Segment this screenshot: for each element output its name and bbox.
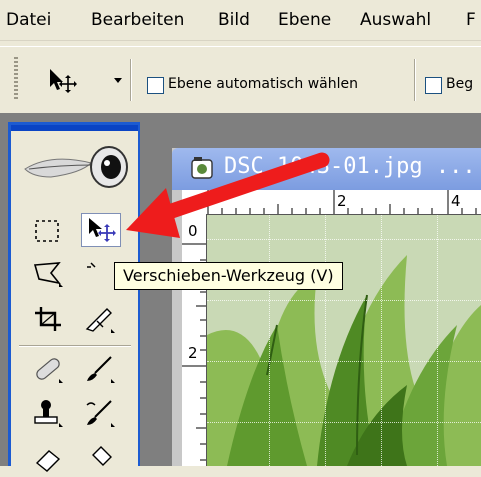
paint-bucket-tool[interactable]	[81, 441, 119, 473]
options-separator	[130, 59, 132, 101]
feather-eye-icon	[24, 146, 128, 188]
eraser-tool[interactable]	[29, 441, 67, 473]
plant-photo	[207, 215, 481, 466]
slice-knife-icon	[85, 308, 115, 333]
grid-line	[325, 215, 326, 466]
menu-auswahl[interactable]: Auswahl	[360, 10, 431, 30]
healing-brush-tool[interactable]	[29, 353, 67, 385]
crop-icon	[35, 307, 61, 331]
toolbox-panel	[8, 122, 140, 472]
ruler-label: 0	[188, 222, 198, 240]
brush-tool[interactable]	[81, 353, 119, 385]
ruler-label: 4	[451, 192, 461, 210]
grid-line	[207, 361, 481, 362]
options-bar-grip[interactable]	[14, 57, 18, 101]
move-tool-icon	[50, 69, 122, 93]
horizontal-ruler[interactable]: 0 2 4	[182, 190, 481, 215]
auto-select-label: Ebene automatisch wählen	[168, 76, 358, 92]
lasso-tool[interactable]	[29, 257, 67, 289]
brush-icon	[87, 356, 115, 383]
crop-tool[interactable]	[29, 303, 67, 335]
ruler-ticks	[182, 243, 206, 461]
ruler-label: 2	[188, 344, 198, 362]
auto-select-checkbox[interactable]	[147, 77, 164, 94]
bounding-box-label: Beg	[446, 76, 474, 92]
slice-tool[interactable]	[81, 303, 119, 335]
chevron-down-icon	[114, 78, 122, 83]
menu-bearbeiten[interactable]: Bearbeiten	[91, 10, 184, 30]
move-tool-icon	[89, 218, 116, 242]
menu-bild[interactable]: Bild	[218, 10, 250, 30]
grid-line	[207, 239, 481, 240]
grid-line	[437, 215, 438, 466]
move-tool-tooltip: Verschieben-Werkzeug (V)	[114, 262, 343, 290]
photoshop-document-icon	[191, 157, 213, 179]
document-titlebar[interactable]: DSC_1043-01.jpg ...	[172, 148, 481, 190]
options-bar: Ebene automatisch wählen Beg	[0, 46, 481, 113]
ruler-label: 2	[337, 192, 347, 210]
toolbox-separator	[19, 345, 131, 347]
bounding-box-checkbox[interactable]	[425, 77, 442, 94]
marquee-tool[interactable]	[29, 215, 67, 247]
ruler-label: 0	[194, 192, 204, 210]
options-separator	[414, 59, 416, 101]
paint-bucket-icon	[92, 446, 112, 466]
ruler-ticks	[207, 190, 477, 214]
menu-bar: Datei Bearbeiten Bild Ebene Auswahl F	[0, 0, 481, 41]
grid-line	[381, 215, 382, 466]
document-window: DSC_1043-01.jpg ... 0 2 4 0 2	[172, 148, 481, 466]
vertical-ruler[interactable]: 0 2	[182, 214, 207, 466]
menu-ebene[interactable]: Ebene	[278, 10, 331, 30]
grid-line	[207, 300, 481, 301]
document-title: DSC_1043-01.jpg ...	[224, 154, 476, 179]
toolbox-titlebar[interactable]	[11, 125, 138, 131]
clone-stamp-tool[interactable]	[29, 397, 67, 429]
rect-marquee-icon	[35, 220, 59, 242]
history-brush-icon	[86, 400, 115, 427]
image-canvas[interactable]	[207, 215, 481, 466]
bandage-icon	[36, 358, 63, 383]
menu-datei[interactable]: Datei	[6, 10, 51, 30]
menu-filter[interactable]: F	[466, 10, 476, 30]
stamp-icon	[34, 400, 63, 427]
eraser-icon	[35, 450, 61, 472]
history-brush-tool[interactable]	[81, 397, 119, 429]
tool-preset-picker[interactable]	[40, 65, 130, 95]
polygon-lasso-icon	[33, 262, 63, 287]
photoshop-logo[interactable]	[21, 143, 131, 191]
move-tool-button[interactable]	[81, 213, 121, 247]
grid-line	[207, 422, 481, 423]
grid-line	[269, 215, 270, 466]
